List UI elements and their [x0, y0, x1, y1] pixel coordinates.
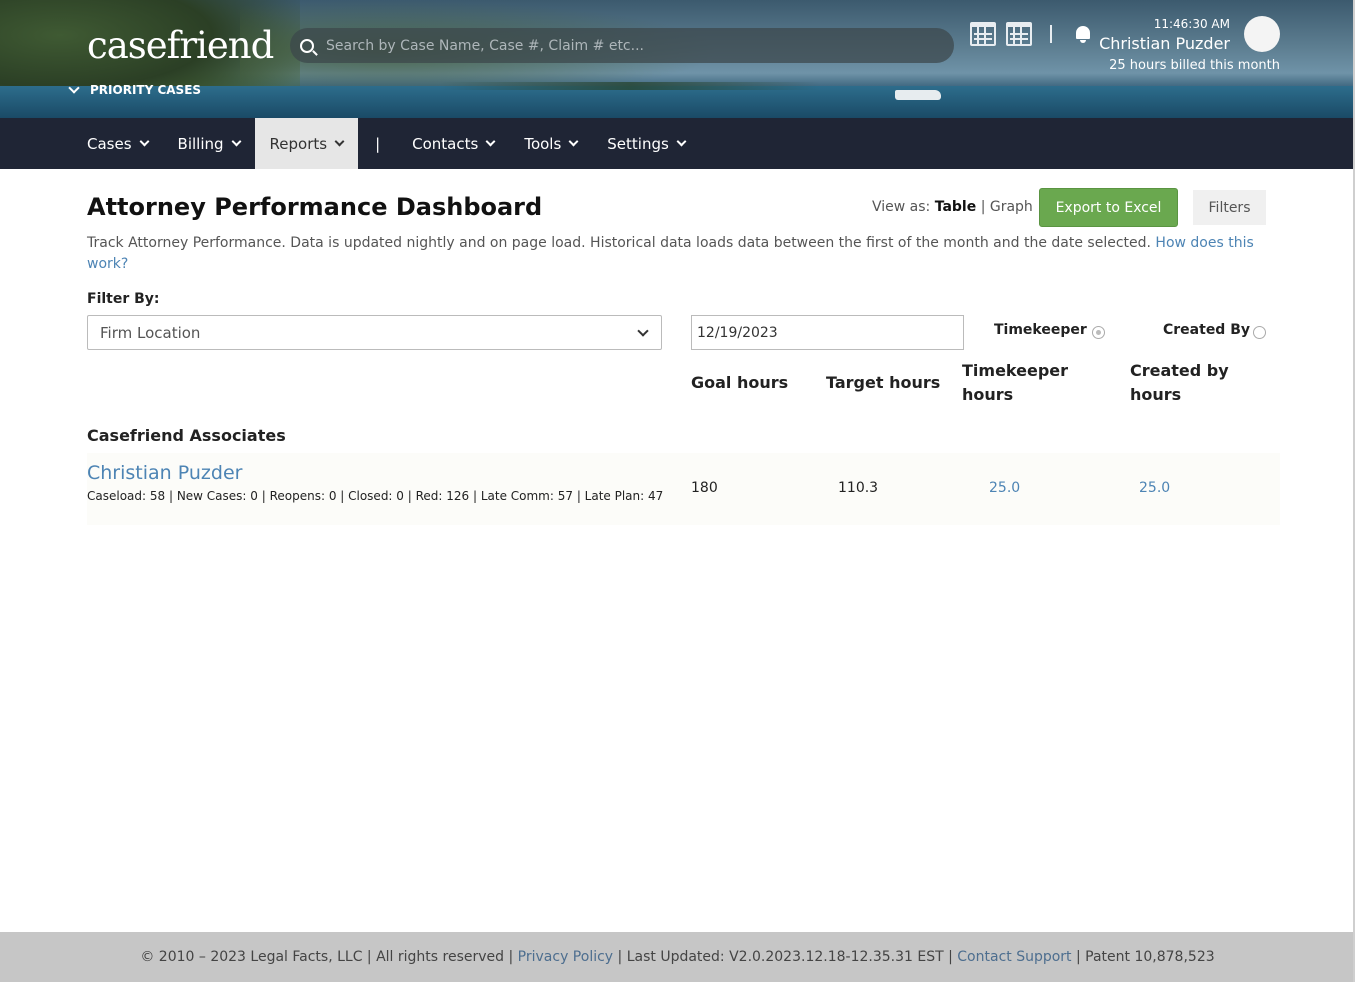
view-as-toggle: View as: Table | Graph [872, 199, 1033, 215]
chevron-down-icon [334, 136, 345, 147]
nav-separator: | [375, 134, 381, 153]
nav-cases[interactable]: Cases [72, 118, 163, 169]
chevron-down-icon [139, 136, 149, 147]
footer-patent: | Patent 10,878,523 [1071, 949, 1215, 965]
casefriend-logo[interactable]: casefriend [87, 24, 274, 67]
description-text: Track Attorney Performance. Data is upda… [87, 235, 1151, 251]
footer-copyright: © 2010 – 2023 Legal Facts, LLC | All rig… [140, 949, 518, 965]
nav-reports-label: Reports [269, 134, 328, 153]
view-graph-option[interactable]: Graph [990, 199, 1033, 215]
col-created-line1: Created by [1130, 361, 1229, 380]
date-input[interactable] [691, 315, 964, 350]
created-by-radio-label: Created By [1163, 322, 1251, 338]
user-calendar-icon[interactable] [1006, 22, 1032, 46]
billed-hours: 25 hours billed this month [1109, 58, 1280, 73]
user-name[interactable]: Christian Puzder [1099, 34, 1230, 53]
export-to-excel-button[interactable]: Export to Excel [1039, 188, 1178, 227]
search-input[interactable] [326, 37, 926, 54]
main-nav: Cases Billing Reports | Contacts Tools S… [0, 118, 1355, 169]
timekeeper-radio-label: Timekeeper [994, 322, 1087, 338]
view-table-option[interactable]: Table [935, 199, 977, 215]
filter-by-label: Filter By: [87, 291, 160, 307]
footer: © 2010 – 2023 Legal Facts, LLC | All rig… [0, 932, 1355, 982]
search-icon [300, 38, 314, 53]
nav-contacts[interactable]: Contacts [397, 118, 509, 169]
attorney-stats: Caseload: 58 | New Cases: 0 | Reopens: 0… [87, 489, 664, 503]
col-timekeeper-line1: Timekeeper [962, 361, 1069, 380]
calendar-icon[interactable] [970, 22, 996, 46]
nav-tools-label: Tools [524, 134, 562, 153]
group-heading: Casefriend Associates [87, 426, 286, 445]
user-block: 11:46:30 AM Christian Puzder 25 hours bi… [1080, 16, 1280, 76]
banner-island [440, 82, 820, 90]
table-row: Christian Puzder Caseload: 58 | New Case… [87, 453, 1280, 525]
created-by-radio[interactable] [1253, 326, 1266, 339]
logo-text: casefriend [87, 24, 274, 67]
current-time: 11:46:30 AM [1153, 17, 1230, 31]
nav-billing-label: Billing [177, 134, 224, 153]
nav-billing[interactable]: Billing [163, 118, 255, 169]
chevron-down-icon [485, 136, 496, 147]
col-target-hours: Target hours [826, 373, 941, 392]
timekeeper-radio[interactable] [1092, 326, 1105, 339]
nav-tools[interactable]: Tools [509, 118, 592, 169]
nav-settings-label: Settings [607, 134, 669, 153]
header-divider [1050, 25, 1052, 43]
goal-hours-value: 180 [691, 480, 718, 496]
attorney-name-link[interactable]: Christian Puzder [87, 462, 242, 484]
avatar[interactable] [1244, 16, 1280, 52]
nav-reports[interactable]: Reports [254, 118, 359, 169]
page-title: Attorney Performance Dashboard [87, 193, 543, 221]
chevron-down-icon [231, 136, 241, 147]
firm-location-value: Firm Location [100, 323, 201, 342]
chevron-down-icon [676, 136, 687, 147]
col-goal-hours: Goal hours [691, 373, 789, 392]
target-hours-value: 110.3 [838, 480, 879, 496]
col-timekeeper-line2: hours [962, 385, 1014, 404]
search-bar [290, 28, 954, 63]
banner-boat [895, 90, 941, 100]
footer-updated: | Last Updated: V2.0.2023.12.18-12.35.31… [613, 949, 958, 965]
chevron-down-icon [568, 136, 579, 147]
banner-sea [0, 86, 1355, 118]
header-icons [970, 22, 1092, 46]
view-separator: | [980, 199, 986, 215]
priority-cases-label: PRIORITY CASES [90, 83, 202, 97]
nav-contacts-label: Contacts [412, 134, 479, 153]
col-created-by-hours: Created by hours [1130, 359, 1229, 407]
col-timekeeper-hours: Timekeeper hours [962, 359, 1068, 407]
created-hours-link[interactable]: 25.0 [1139, 480, 1170, 496]
chevron-down-icon [68, 82, 80, 94]
nav-cases-label: Cases [87, 134, 132, 153]
view-as-label: View as: [872, 199, 931, 215]
privacy-policy-link[interactable]: Privacy Policy [518, 949, 613, 965]
firm-location-select[interactable]: Firm Location [87, 315, 662, 350]
nav-settings[interactable]: Settings [592, 118, 700, 169]
col-created-line2: hours [1130, 385, 1182, 404]
filters-button[interactable]: Filters [1193, 190, 1266, 225]
timekeeper-hours-link[interactable]: 25.0 [989, 480, 1020, 496]
page-description: Track Attorney Performance. Data is upda… [87, 233, 1257, 275]
header-banner: casefriend PRIORITY CASES 11:46:30 AM Ch… [0, 0, 1355, 118]
contact-support-link[interactable]: Contact Support [957, 949, 1071, 965]
chevron-down-icon [637, 325, 649, 337]
priority-cases-toggle[interactable]: PRIORITY CASES [68, 82, 202, 97]
